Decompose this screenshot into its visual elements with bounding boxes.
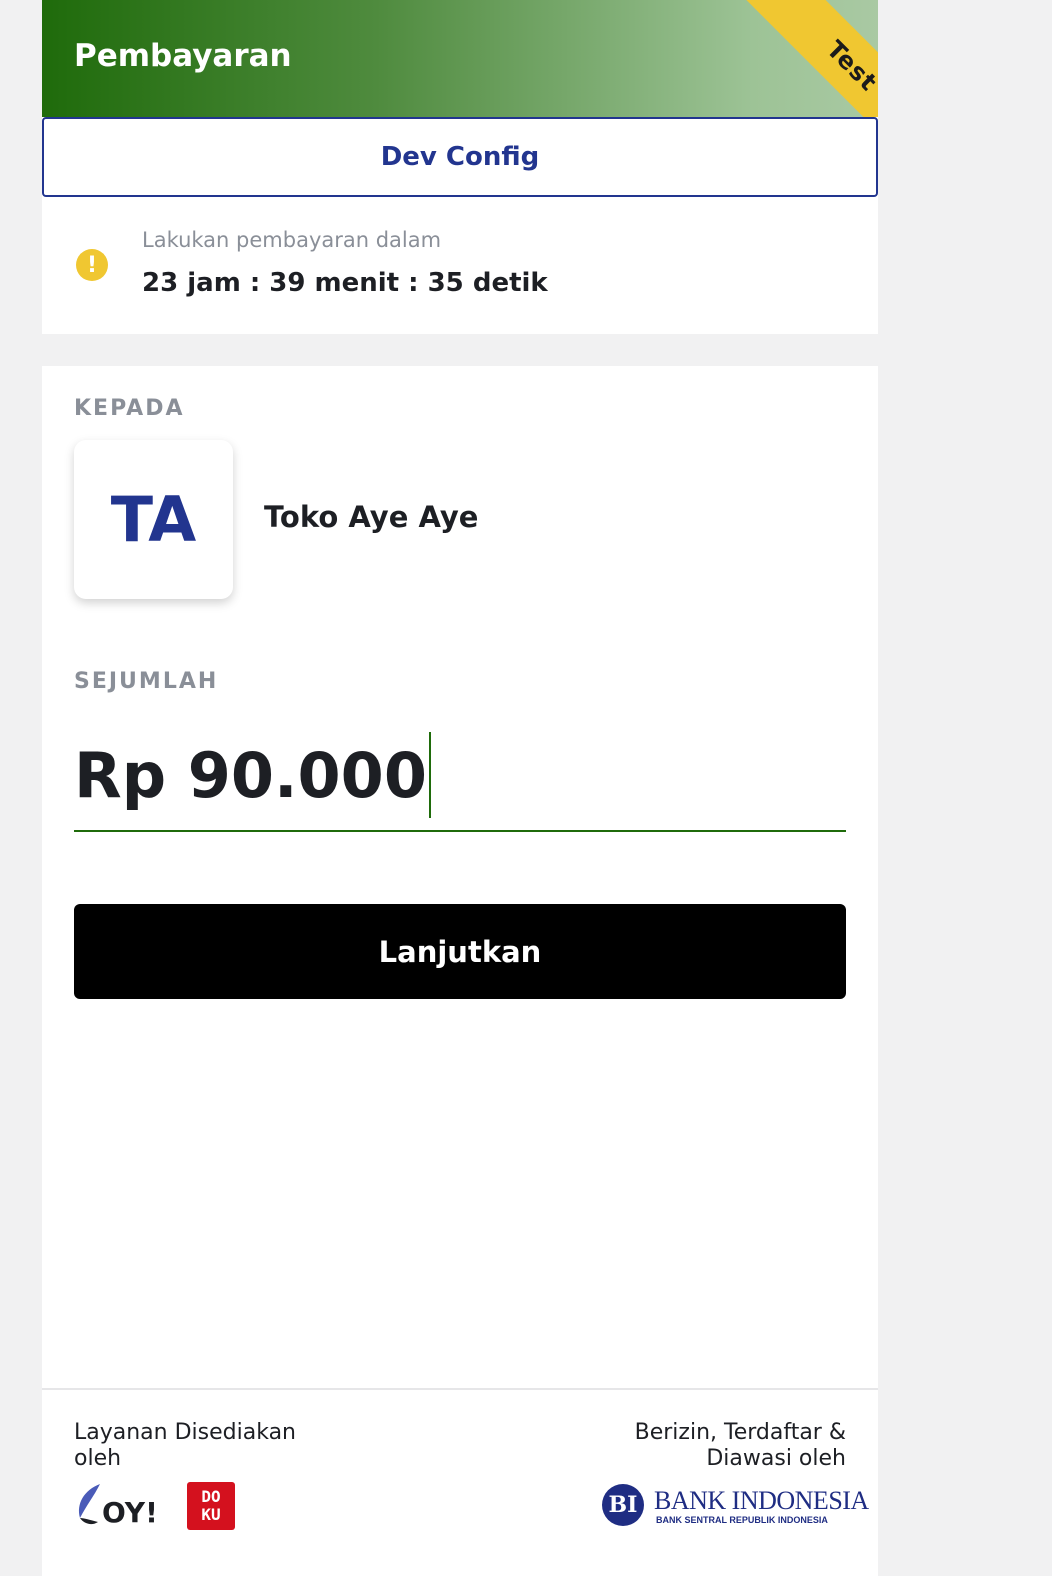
amount-value: Rp 90.000 (74, 738, 427, 812)
bi-subtitle: BANK SENTRAL REPUBLIK INDONESIA (656, 1515, 828, 1525)
provider-label: Layanan Disediakan oleh (74, 1420, 296, 1471)
doku-logo-bottom: KU (201, 1505, 221, 1524)
continue-button[interactable]: Lanjutkan (74, 904, 846, 999)
merchant-name: Toko Aye Aye (264, 500, 479, 534)
section-divider (42, 334, 878, 366)
oy-logo-text: OY! (102, 1496, 158, 1529)
amount-input[interactable]: Rp 90.000 (74, 720, 846, 832)
payment-panel: Pembayaran Test Dev Config ! Lakukan pem… (42, 0, 878, 1576)
countdown-timer: 23 jam : 39 menit : 35 detik (142, 268, 548, 298)
amount-section-label: SEJUMLAH (74, 669, 219, 694)
merchant-initials: TA (110, 483, 197, 556)
test-ribbon: Test (733, 0, 878, 117)
bi-name: BANK INDONESIA (654, 1486, 869, 1515)
warning-icon: ! (76, 249, 108, 281)
bi-emblem-icon: BI (602, 1484, 644, 1526)
header-bar: Pembayaran Test (42, 0, 878, 117)
countdown-section: ! Lakukan pembayaran dalam 23 jam : 39 m… (42, 197, 878, 334)
countdown-label: Lakukan pembayaran dalam (142, 228, 442, 252)
text-caret (428, 732, 431, 818)
merchant-avatar: TA (74, 440, 233, 599)
oy-logo: OY! (74, 1482, 164, 1532)
ribbon-label: Test (821, 35, 878, 97)
doku-logo-top: DO (201, 1487, 221, 1506)
recipient-section-label: KEPADA (74, 396, 185, 421)
regulator-label: Berizin, Terdaftar & Diawasi oleh (634, 1420, 846, 1471)
dev-config-button[interactable]: Dev Config (42, 117, 878, 197)
bank-indonesia-logo: BI BANK INDONESIA BANK SENTRAL REPUBLIK … (602, 1482, 869, 1530)
page-title: Pembayaran (74, 38, 292, 74)
doku-logo: DO KU (187, 1482, 235, 1530)
footer: Layanan Disediakan oleh Berizin, Terdaft… (42, 1388, 878, 1576)
